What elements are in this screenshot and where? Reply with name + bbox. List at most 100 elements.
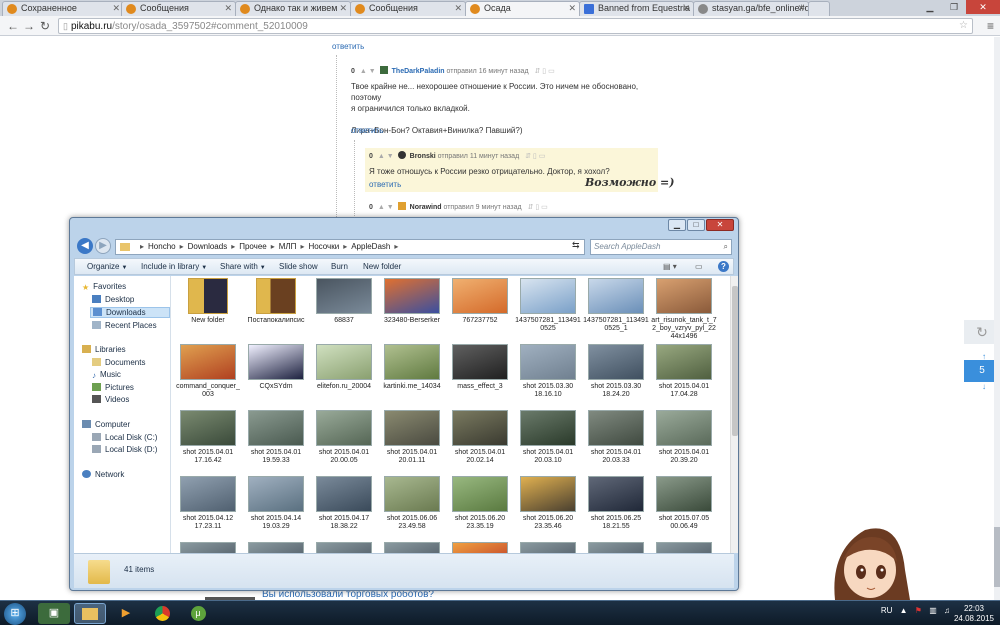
file-item[interactable]: shot 2015.04.01 20.02.14: [447, 410, 513, 465]
taskbar-app-utorrent[interactable]: μ: [182, 603, 214, 624]
file-item[interactable]: shot 2015.04.01 20.03.33: [583, 410, 649, 465]
tab-messages-2[interactable]: Сообщения ✕: [350, 1, 466, 16]
file-item[interactable]: mass_effect_3: [447, 344, 513, 391]
nav-favorites[interactable]: ★ Favorites: [82, 282, 126, 292]
folder-item[interactable]: Постапокалипсис: [243, 278, 309, 325]
downvote-icon[interactable]: ▼: [387, 204, 394, 211]
breadcrumb-item[interactable]: Honcho: [148, 242, 176, 251]
file-item[interactable]: art_risunok_tank_t_72_boy_vzryv_pyl_2244…: [651, 278, 717, 341]
network-icon[interactable]: ▥: [929, 606, 937, 615]
close-icon[interactable]: ✕: [797, 3, 805, 14]
file-item[interactable]: shot 2015.04.01 20.00.05: [311, 410, 377, 465]
comment-author[interactable]: TheDarkPaladin: [392, 68, 445, 75]
file-item[interactable]: [311, 542, 377, 553]
file-item[interactable]: 68837: [311, 278, 377, 325]
file-item[interactable]: shot 2015.04.14 19.03.29: [243, 476, 309, 531]
file-item[interactable]: elitefon.ru_20004: [311, 344, 377, 391]
file-item[interactable]: shot 2015.04.12 17.23.11: [175, 476, 241, 531]
search-input[interactable]: Search AppleDash ⌕: [590, 239, 732, 255]
help-icon[interactable]: ?: [718, 261, 729, 272]
tab-messages-1[interactable]: Сообщения ✕: [121, 1, 236, 16]
file-item[interactable]: shot 2015.03.30 18.24.20: [583, 344, 649, 399]
file-item[interactable]: 323480-Berserker: [379, 278, 445, 325]
downvote-icon[interactable]: ▼: [387, 153, 394, 160]
nav-desktop[interactable]: Desktop: [92, 295, 134, 304]
action-center-icon[interactable]: ⚑: [915, 606, 922, 615]
scrollbar-thumb[interactable]: [732, 286, 738, 436]
file-item[interactable]: shot 2015.04.01 17.04.28: [651, 344, 717, 399]
taskbar-app-explorer[interactable]: [74, 603, 106, 624]
forward-arrow-icon[interactable]: ▶: [95, 238, 111, 254]
new-folder-button[interactable]: New folder: [363, 262, 401, 271]
close-icon[interactable]: ✕: [966, 0, 1000, 14]
include-in-library-button[interactable]: Include in library ▼: [141, 262, 207, 271]
preview-pane-icon[interactable]: ▭: [695, 262, 703, 271]
breadcrumb-item[interactable]: AppleDash: [351, 242, 390, 251]
file-item[interactable]: shot 2015.04.01 20.03.10: [515, 410, 581, 465]
tab-stasyan[interactable]: stasyan.ga/bfe_online#da ✕: [693, 1, 809, 16]
language-indicator[interactable]: RU: [881, 606, 893, 615]
comment-actions-icon[interactable]: ⇵ ▯ ▭: [525, 153, 545, 160]
file-item[interactable]: 1437507281_1134910525: [515, 278, 581, 333]
close-icon[interactable]: ✕: [682, 3, 690, 14]
file-item[interactable]: [583, 542, 649, 553]
folder-item[interactable]: New folder: [175, 278, 241, 325]
comment-author[interactable]: Norawind: [410, 204, 442, 211]
file-item[interactable]: command_conquer_003: [175, 344, 241, 399]
back-arrow-icon[interactable]: ◀: [77, 238, 93, 254]
taskbar-app-media-player[interactable]: ▶: [110, 603, 142, 624]
file-scrollbar[interactable]: [730, 276, 738, 553]
file-item[interactable]: shot 2015.04.17 18.38.22: [311, 476, 377, 531]
file-item[interactable]: shot 2015.04.01 17.16.42: [175, 410, 241, 465]
search-icon[interactable]: ⌕: [724, 240, 728, 254]
arrow-down-icon[interactable]: ↓: [982, 382, 986, 391]
explorer-titlebar[interactable]: ▁ □ ✕: [70, 218, 738, 234]
file-item[interactable]: CQxSYdm: [243, 344, 309, 391]
back-icon[interactable]: ←: [6, 19, 20, 33]
upvote-icon[interactable]: ▲: [360, 68, 367, 75]
start-button[interactable]: ⊞: [4, 603, 26, 625]
breadcrumb-item[interactable]: Downloads: [188, 242, 228, 251]
breadcrumb-item[interactable]: Носочки: [308, 242, 339, 251]
nav-local-disk-d[interactable]: Local Disk (D:): [92, 445, 157, 454]
reply-link[interactable]: ответить: [351, 126, 383, 135]
breadcrumb-item[interactable]: МЛП: [279, 242, 297, 251]
file-item[interactable]: [379, 542, 445, 553]
nav-network[interactable]: Network: [82, 470, 124, 479]
nav-music[interactable]: ♪ Music: [92, 370, 121, 380]
slide-show-button[interactable]: Slide show: [279, 262, 318, 271]
file-item[interactable]: [447, 542, 513, 553]
maximize-icon[interactable]: □: [687, 219, 705, 231]
nav-pictures[interactable]: Pictures: [92, 383, 134, 392]
close-icon[interactable]: ✕: [224, 3, 232, 14]
refresh-icon[interactable]: ⇆: [572, 240, 580, 251]
file-item[interactable]: shot 2015.04.01 20.01.11: [379, 410, 445, 465]
breadcrumb-item[interactable]: Прочее: [239, 242, 267, 251]
file-item[interactable]: shot 2015.06.06 23.49.58: [379, 476, 445, 531]
file-item[interactable]: 767237752: [447, 278, 513, 325]
nav-videos[interactable]: Videos: [92, 395, 129, 404]
view-options-icon[interactable]: ▤ ▾: [663, 262, 677, 271]
tray-arrow-icon[interactable]: ▲: [900, 606, 908, 615]
nav-libraries[interactable]: Libraries: [82, 345, 126, 354]
upvote-icon[interactable]: ▲: [378, 153, 385, 160]
close-icon[interactable]: ✕: [339, 3, 347, 14]
reply-link[interactable]: ответить: [369, 180, 401, 189]
taskbar-app-terminal[interactable]: ▣: [38, 603, 70, 624]
file-item[interactable]: [175, 542, 241, 553]
scrollbar-thumb[interactable]: [994, 527, 1000, 587]
share-with-button[interactable]: Share with ▼: [220, 262, 266, 271]
taskbar-app-chrome[interactable]: [146, 603, 178, 624]
file-item[interactable]: shot 2015.04.01 20.39.20: [651, 410, 717, 465]
new-tab-button[interactable]: [808, 1, 830, 16]
bookmark-star-icon[interactable]: ☆: [959, 19, 968, 33]
tab-saved[interactable]: Сохраненное ✕: [2, 1, 124, 16]
forward-icon[interactable]: →: [22, 19, 36, 33]
comment-actions-icon[interactable]: ⇵ ▯ ▭: [535, 68, 555, 75]
file-item[interactable]: shot 2015.03.30 18.16.10: [515, 344, 581, 399]
reload-icon[interactable]: ↻: [38, 19, 52, 33]
file-item[interactable]: shot 2015.06.20 23.35.19: [447, 476, 513, 531]
tab-banned[interactable]: Banned from Equestria 1. ✕: [579, 1, 694, 16]
volume-icon[interactable]: ♫: [944, 606, 950, 615]
file-item[interactable]: shot 2015.06.20 23.35.46: [515, 476, 581, 531]
